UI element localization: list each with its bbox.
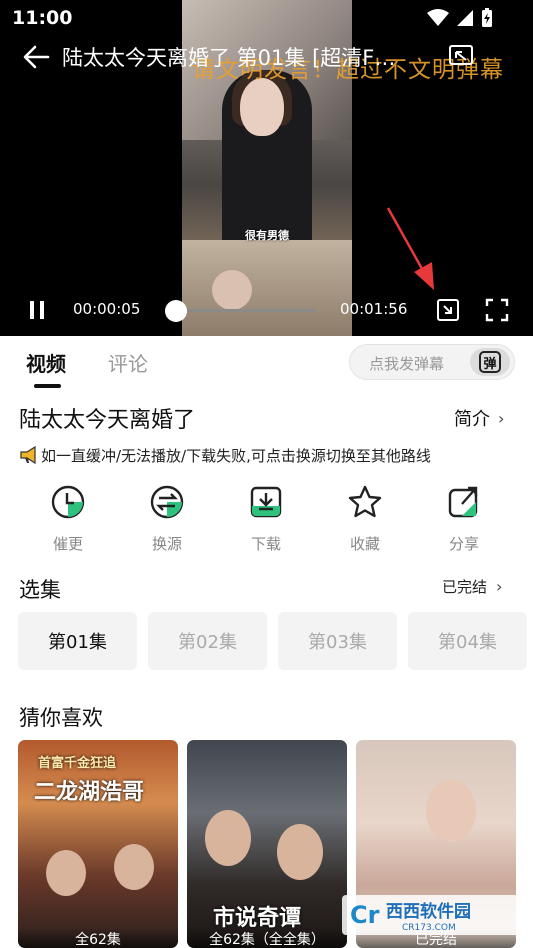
action-label: 收藏 — [349, 535, 380, 553]
action-label: 分享 — [448, 535, 479, 553]
episodes-all-link[interactable]: 已完结 › — [442, 576, 502, 597]
progress-knob[interactable] — [165, 300, 188, 322]
switch-source-icon — [150, 485, 184, 519]
poster-subtitle: 首富千金狂追 — [38, 756, 117, 771]
status-time: 11:00 — [12, 7, 73, 29]
show-title: 陆太太今天离婚了 — [19, 408, 196, 433]
action-favorite[interactable]: 收藏 — [320, 482, 410, 554]
recommend-badge: 全62集 — [18, 928, 178, 948]
action-urge[interactable]: 催更 — [23, 482, 113, 554]
action-download[interactable]: 下载 — [221, 482, 311, 554]
pause-icon[interactable] — [28, 300, 46, 320]
svg-text:西西软件园: 西西软件园 — [386, 901, 471, 922]
wifi-icon — [427, 9, 449, 26]
recommend-badge: 全62集（全全集） — [187, 928, 347, 948]
chevron-right-icon: › — [496, 577, 503, 596]
chevron-right-icon: › — [498, 408, 505, 428]
status-bar: 11:00 — [0, 0, 533, 36]
share-icon — [448, 486, 478, 518]
intro-label: 简介 — [454, 409, 490, 430]
episode-item[interactable]: 第03集 — [278, 612, 397, 670]
action-share[interactable]: 分享 — [419, 482, 509, 554]
video-player[interactable]: 很有男德 请文明发言！超过不文明弹幕 11:00 陆太太今天离婚了 第01集 [… — [0, 0, 533, 336]
current-time: 00:00:05 — [73, 300, 141, 318]
episode-item[interactable]: 第01集 — [18, 612, 137, 670]
tab-video[interactable]: 视频 — [26, 348, 66, 377]
cast-icon[interactable] — [448, 44, 474, 68]
intro-link[interactable]: 简介 › — [454, 405, 504, 431]
battery-icon — [482, 8, 492, 27]
progress-bar[interactable] — [165, 300, 315, 322]
danmaku-toggle-button[interactable]: 弹 — [470, 348, 510, 376]
status-icons — [427, 8, 493, 28]
poster-figure — [114, 844, 154, 890]
recommend-card[interactable]: 首富千金狂追 二龙湖浩哥 全62集 — [18, 740, 178, 948]
episodes-status: 已完结 — [442, 578, 488, 596]
watermark-logo: Cr 西西软件园 CR173.COM — [342, 895, 520, 935]
poster-figure — [205, 810, 251, 866]
recommend-title: 猜你喜欢 — [19, 706, 103, 730]
svg-text:Cr: Cr — [350, 901, 380, 929]
action-label: 换源 — [151, 535, 182, 553]
danmaku-input[interactable]: 点我发弹幕 弹 — [349, 344, 515, 380]
video-title: 陆太太今天离婚了 第01集 [超清F… — [62, 46, 396, 70]
star-icon — [348, 485, 382, 518]
total-time: 00:01:56 — [340, 300, 408, 318]
poster-figure — [46, 850, 86, 896]
notice-bar: 如一直缓冲/无法播放/下载失败,可点击换源切换至其他路线 — [19, 443, 519, 467]
tab-indicator — [34, 384, 61, 388]
episodes-title: 选集 — [19, 578, 61, 602]
danmaku-placeholder: 点我发弹幕 — [369, 355, 445, 373]
action-row: 催更 换源 下载 收藏 分享 — [0, 482, 533, 558]
poster-title: 二龙湖浩哥 — [34, 780, 145, 805]
tab-comments[interactable]: 评论 — [108, 348, 148, 377]
poster-figure — [426, 780, 476, 842]
tab-bar: 视频 评论 点我发弹幕 弹 — [0, 336, 533, 390]
episode-item[interactable]: 第04集 — [408, 612, 527, 670]
action-switch-source[interactable]: 换源 — [122, 482, 212, 554]
video-subtitle: 很有男德 — [245, 229, 289, 242]
action-label: 下载 — [250, 535, 281, 553]
clock-icon — [51, 485, 85, 519]
pip-icon[interactable] — [436, 298, 460, 322]
poster-figure — [277, 824, 323, 880]
episode-item[interactable]: 第02集 — [148, 612, 267, 670]
danmaku-icon: 弹 — [479, 351, 501, 373]
download-icon — [250, 486, 282, 518]
megaphone-icon — [20, 445, 36, 465]
action-label: 催更 — [52, 535, 83, 553]
player-controls: 00:00:05 00:01:56 — [0, 290, 533, 330]
svg-text:CR173.COM: CR173.COM — [402, 923, 456, 933]
signal-icon — [457, 10, 473, 26]
fullscreen-icon[interactable] — [485, 298, 509, 322]
notice-text: 如一直缓冲/无法播放/下载失败,可点击换源切换至其他路线 — [41, 446, 431, 465]
recommend-card[interactable]: 市说奇谭 全62集（全全集） — [187, 740, 347, 948]
back-arrow-icon[interactable] — [22, 44, 50, 70]
player-title-bar: 陆太太今天离婚了 第01集 [超清F… — [0, 36, 533, 78]
